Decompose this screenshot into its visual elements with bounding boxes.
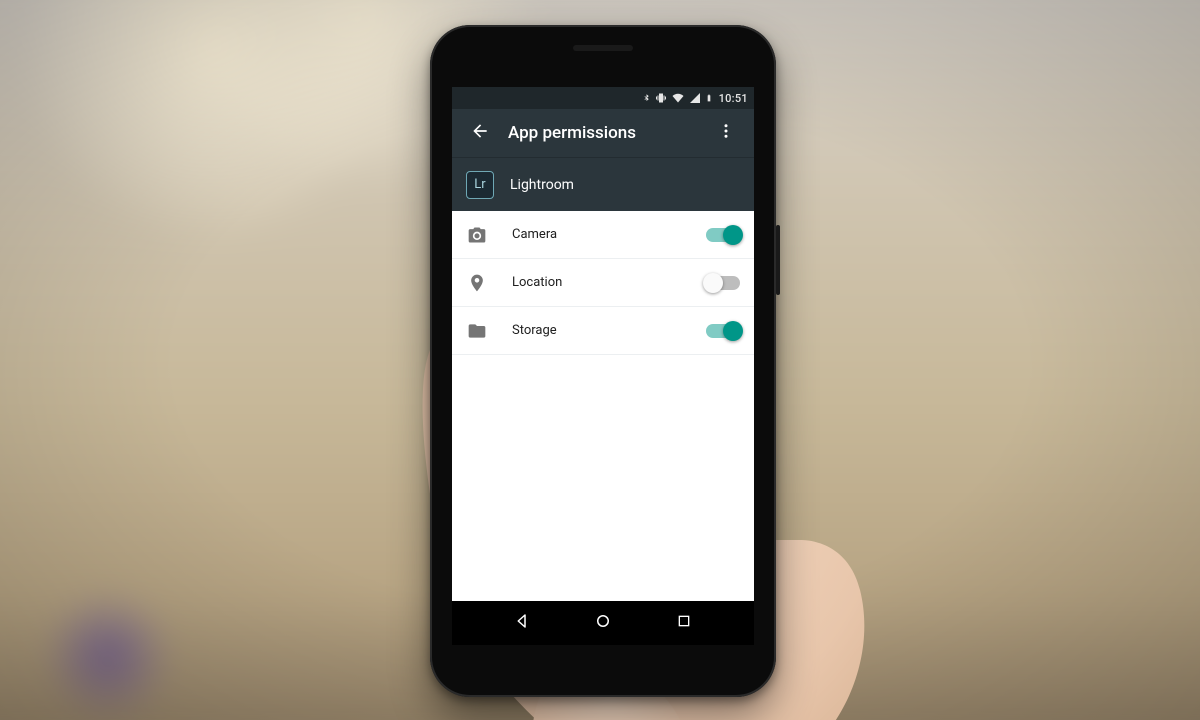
- app-icon-text: Lr: [474, 178, 485, 191]
- square-recents-icon: [676, 613, 692, 633]
- permission-row-storage[interactable]: Storage: [452, 307, 754, 355]
- nav-back-button[interactable]: [492, 601, 552, 645]
- phone-side-button: [776, 225, 780, 295]
- permission-toggle-storage[interactable]: [706, 324, 740, 338]
- app-icon: Lr: [466, 171, 494, 199]
- location-icon: [466, 272, 488, 294]
- nav-home-button[interactable]: [573, 601, 633, 645]
- back-arrow-icon: [470, 121, 490, 145]
- nav-recents-button[interactable]: [654, 601, 714, 645]
- app-header: Lr Lightroom: [452, 157, 754, 211]
- camera-icon: [466, 224, 488, 246]
- permission-toggle-camera[interactable]: [706, 228, 740, 242]
- phone-screen: 10:51 App permissions Lr Lightroom: [452, 87, 754, 645]
- switch-thumb: [703, 273, 723, 293]
- phone-frame: 10:51 App permissions Lr Lightroom: [430, 25, 776, 697]
- status-bar: 10:51: [452, 87, 754, 109]
- signal-icon: [689, 92, 701, 104]
- page-title: App permissions: [508, 123, 706, 143]
- more-vert-icon: [717, 122, 735, 144]
- permission-row-camera[interactable]: Camera: [452, 211, 754, 259]
- wifi-icon: [671, 92, 685, 104]
- permission-row-location[interactable]: Location: [452, 259, 754, 307]
- permission-label: Camera: [512, 227, 682, 242]
- android-nav-bar: [452, 601, 754, 645]
- back-button[interactable]: [460, 113, 500, 153]
- vibrate-icon: [655, 92, 667, 104]
- permission-toggle-location[interactable]: [706, 276, 740, 290]
- bluetooth-icon: [642, 92, 651, 104]
- permission-label: Storage: [512, 323, 682, 338]
- circle-home-icon: [594, 612, 612, 634]
- permission-list: Camera Location: [452, 211, 754, 601]
- status-bar-clock: 10:51: [719, 92, 748, 105]
- switch-thumb: [723, 225, 743, 245]
- triangle-back-icon: [513, 612, 531, 634]
- permission-label: Location: [512, 275, 682, 290]
- app-name: Lightroom: [510, 177, 574, 193]
- battery-icon: [705, 92, 713, 104]
- overflow-menu-button[interactable]: [706, 113, 746, 153]
- phone-speaker: [573, 45, 633, 51]
- app-toolbar: App permissions: [452, 109, 754, 157]
- switch-thumb: [723, 321, 743, 341]
- folder-icon: [466, 320, 488, 342]
